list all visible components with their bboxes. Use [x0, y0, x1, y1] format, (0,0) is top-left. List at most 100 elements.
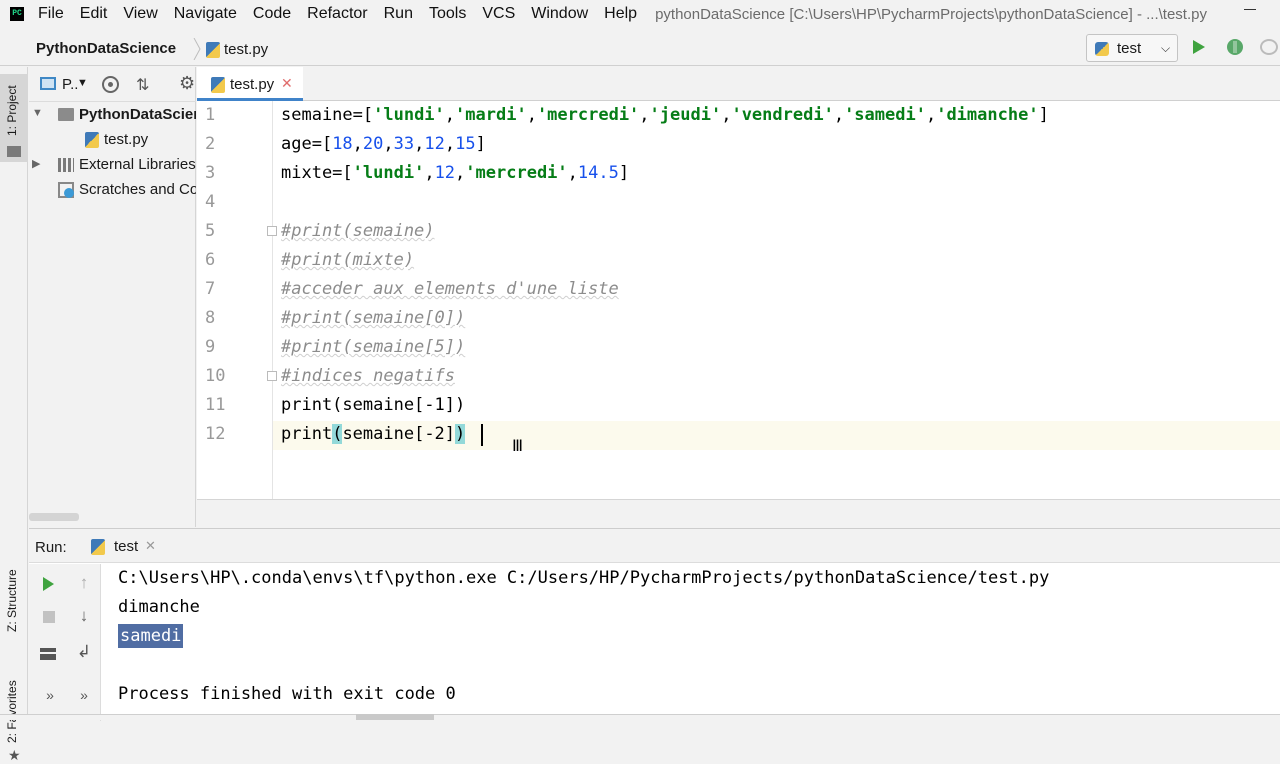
line-number: 8: [205, 308, 216, 328]
tab-test-py[interactable]: test.py ✕: [197, 67, 303, 101]
console-command-line: C:\Users\HP\.conda\envs\tf\python.exe C:…: [118, 568, 1050, 588]
menu-navigate[interactable]: Navigate: [166, 5, 245, 23]
stop-button[interactable]: [39, 607, 61, 629]
coverage-button[interactable]: [1260, 39, 1278, 55]
fold-marker-icon[interactable]: [267, 371, 277, 381]
menu-vcs[interactable]: VCS: [474, 5, 523, 23]
python-file-icon: [206, 42, 220, 58]
code-line-7: #acceder aux elements d'une liste: [281, 279, 619, 299]
run-panel-header: Run: test ✕: [29, 529, 1280, 563]
tree-item-external-libraries[interactable]: ▶ External Libraries: [29, 153, 196, 178]
line-number: 9: [205, 337, 216, 357]
minimize-icon[interactable]: [1244, 2, 1258, 16]
console-output-line: samedi: [118, 624, 184, 648]
code-line-10: #indices negatifs: [281, 366, 455, 386]
status-bar-segment: [356, 714, 434, 720]
structure-tool-button[interactable]: Z: Structure: [5, 569, 19, 632]
breadcrumb-file[interactable]: test.py: [224, 41, 268, 58]
project-tool-button[interactable]: 1: Project: [0, 74, 28, 162]
line-number: 10: [205, 366, 226, 386]
code-editor[interactable]: 1 2 3 4 5 6 7 8 9 10 11 12 semaine=['lun…: [197, 101, 1280, 499]
collapse-all-icon[interactable]: ⇅: [136, 75, 149, 95]
more-icon[interactable]: »: [39, 687, 61, 709]
code-line-8: #print(semaine[0]): [281, 308, 466, 328]
project-view-icon: [40, 77, 56, 90]
soft-wrap-icon[interactable]: ↲: [73, 642, 95, 664]
code-line-3: mixte=['lundi',12,'mercredi',14.5]: [281, 163, 630, 183]
locate-file-icon[interactable]: [102, 76, 119, 93]
menu-view[interactable]: View: [115, 5, 165, 23]
line-number: 4: [205, 192, 216, 212]
text-caret: [481, 424, 483, 446]
window-title: pythonDataScience [C:\Users\HP\PycharmPr…: [655, 5, 1207, 23]
menu-file[interactable]: File: [38, 5, 72, 23]
run-configuration-label: test: [1117, 40, 1142, 57]
pycharm-logo-icon: PC: [10, 7, 24, 21]
selected-text: samedi: [118, 624, 184, 648]
text-cursor-icon: Ⅲ: [512, 436, 524, 455]
more-icon[interactable]: »: [73, 687, 95, 709]
console-exit-line: Process finished with exit code 0: [118, 684, 456, 704]
tree-item-project-root[interactable]: ▼ PythonDataScience: [29, 103, 196, 128]
code-line-12: print(semaine[-2]): [281, 424, 466, 444]
python-icon: [91, 539, 105, 555]
tree-item-test-file[interactable]: test.py: [29, 128, 196, 153]
run-panel-title: Run:: [35, 539, 67, 556]
menu-window[interactable]: Window: [523, 5, 596, 23]
layout-icon[interactable]: [39, 644, 61, 666]
menu-code[interactable]: Code: [245, 5, 299, 23]
horizontal-scrollbar[interactable]: [29, 513, 79, 521]
line-number: 12: [205, 424, 226, 444]
python-file-icon: [211, 77, 225, 93]
scratches-icon: [58, 182, 74, 198]
code-line-2: age=[18,20,33,12,15]: [281, 134, 486, 154]
run-button[interactable]: [1193, 40, 1205, 54]
tree-label: PythonDataScience: [79, 106, 196, 123]
menu-edit[interactable]: Edit: [72, 5, 116, 23]
breadcrumb-project[interactable]: PythonDataScience: [36, 40, 176, 57]
code-line-11: print(semaine[-1]): [281, 395, 466, 415]
run-toolbar: ↑ ↓ ↲ » »: [29, 564, 101, 721]
star-icon: ★: [8, 747, 21, 763]
run-panel: Run: test ✕ ↑ ↓ ↲ » » C:\Users\HP\.conda…: [29, 528, 1280, 721]
menu-refactor[interactable]: Refactor: [299, 5, 375, 23]
line-number: 1: [205, 105, 216, 125]
run-tab-test[interactable]: test ✕: [87, 529, 165, 563]
editor-tabs: test.py ✕: [197, 67, 1280, 101]
line-number: 7: [205, 279, 216, 299]
arrow-up-icon[interactable]: ↑: [73, 573, 95, 595]
gear-icon[interactable]: ⚙: [179, 73, 195, 94]
tree-item-scratches[interactable]: Scratches and Consoles: [29, 178, 196, 203]
debug-button[interactable]: [1227, 39, 1243, 55]
collapsed-arrow-icon[interactable]: ▶: [32, 157, 40, 170]
line-number: 2: [205, 134, 216, 154]
project-tool-label: 1: Project: [5, 85, 19, 136]
chevron-down-icon: ⌵: [1161, 41, 1171, 55]
chevron-down-icon: ▼: [77, 77, 88, 89]
fold-marker-icon[interactable]: [267, 226, 277, 236]
line-number: 3: [205, 163, 216, 183]
run-configuration-dropdown[interactable]: test ⌵: [1086, 34, 1178, 62]
expanded-arrow-icon[interactable]: ▼: [32, 107, 43, 119]
menu-run[interactable]: Run: [376, 5, 421, 23]
folder-icon: [7, 146, 21, 157]
line-number: 5: [205, 221, 216, 241]
close-icon[interactable]: ✕: [145, 538, 156, 554]
tab-label: test.py: [230, 76, 275, 93]
library-icon: [58, 158, 74, 172]
code-line-1: semaine=['lundi','mardi','mercredi','jeu…: [281, 105, 1049, 125]
code-line-5: #print(semaine): [281, 221, 435, 241]
arrow-down-icon[interactable]: ↓: [73, 606, 95, 628]
editor-bottom-bar: [197, 499, 1280, 527]
line-number: 11: [205, 395, 226, 415]
close-icon[interactable]: ✕: [281, 75, 293, 92]
folder-icon: [58, 108, 74, 121]
menu-tools[interactable]: Tools: [421, 5, 474, 23]
code-line-6: #print(mixte): [281, 250, 415, 270]
favorites-tool-button[interactable]: 2: Favorites: [5, 680, 19, 743]
python-file-icon: [85, 132, 99, 148]
rerun-button[interactable]: [39, 574, 61, 596]
menu-help[interactable]: Help: [596, 5, 645, 23]
project-view-dropdown[interactable]: P..: [62, 76, 78, 93]
project-toolbar: P.. ▼ ⇅ ⚙: [29, 67, 196, 102]
